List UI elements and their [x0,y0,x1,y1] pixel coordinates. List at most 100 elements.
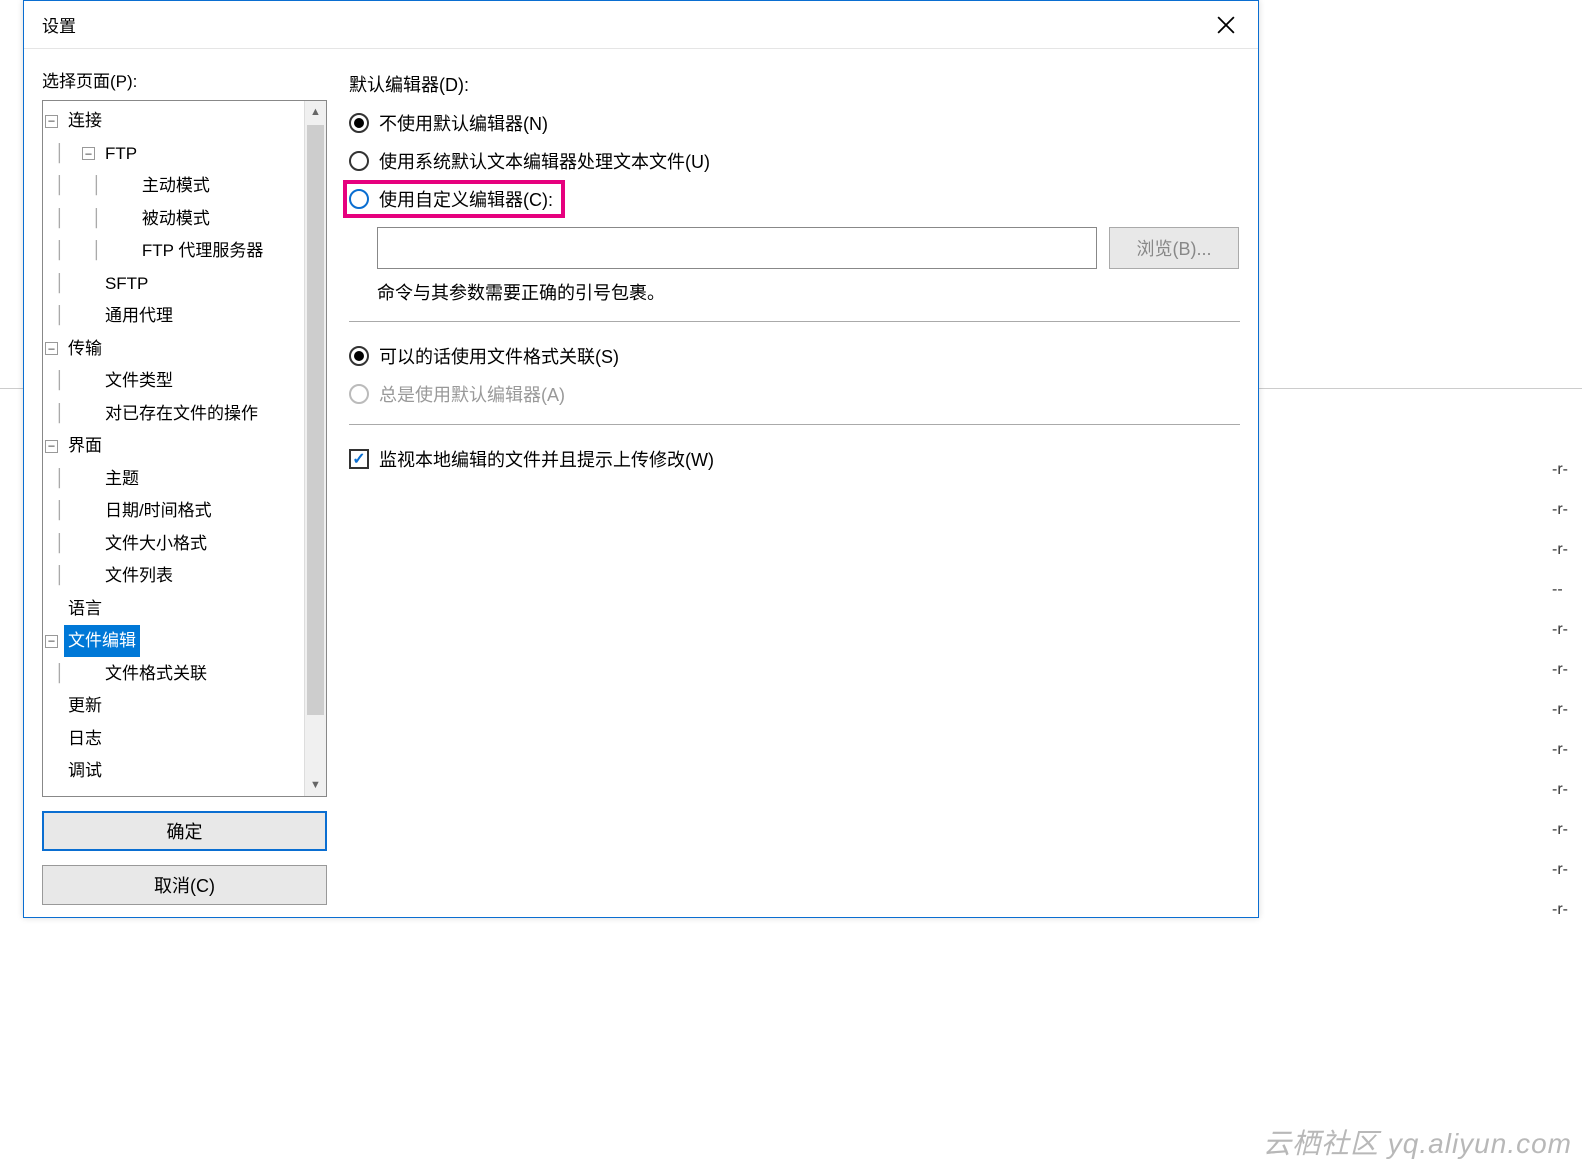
radio-row-none[interactable]: 不使用默认编辑器(N) [349,107,1240,139]
tree-node-label: 被动模式 [138,203,214,235]
tree-node-label: 主动模式 [138,170,214,202]
radio-assoc[interactable] [349,346,369,366]
expand-toggle-icon[interactable]: − [45,440,58,453]
tree-node-label: 文件大小格式 [101,528,211,560]
tree-node[interactable]: 更新 [45,690,302,723]
tree-node-label: 日志 [64,723,106,755]
select-page-label: 选择页面(P): [42,67,327,92]
bg-row: -r- [1552,530,1582,570]
tree-node[interactable]: │ 文件大小格式 [45,528,302,561]
tree-node[interactable]: │ SFTP [45,268,302,301]
bg-row: -r- [1552,810,1582,850]
tree-node-label: 调试 [64,755,106,787]
tree-node-label: FTP [101,138,141,170]
tree-node-label: 主题 [101,463,143,495]
radio-always [349,384,369,404]
radio-custom[interactable] [349,189,369,209]
bg-row: -r- [1552,850,1582,890]
tree-node[interactable]: 语言 [45,593,302,626]
expand-toggle-icon[interactable]: − [45,342,58,355]
scroll-down-icon[interactable]: ▼ [305,774,326,796]
bg-row: -r- [1552,610,1582,650]
radio-custom-label: 使用自定义编辑器(C): [379,186,553,212]
watch-checkbox[interactable] [349,449,369,469]
tree-node-label: 连接 [64,105,106,137]
tree-node[interactable]: │ │ 主动模式 [45,170,302,203]
tree-node[interactable]: │ │ 被动模式 [45,203,302,236]
tree-node[interactable]: │ 主题 [45,463,302,496]
tree-node[interactable]: │ 文件类型 [45,365,302,398]
bg-row: -r- [1552,770,1582,810]
bg-row: -- [1552,570,1582,610]
browse-button[interactable]: 浏览(B)... [1109,227,1239,269]
radio-none[interactable] [349,113,369,133]
custom-editor-input[interactable] [377,227,1097,269]
tree-node-label: 界面 [64,430,106,462]
tree-node-label: 传输 [64,333,106,365]
tree-node-label: FTP 代理服务器 [138,235,268,267]
quote-hint: 命令与其参数需要正确的引号包裹。 [377,279,1240,305]
page-tree[interactable]: −连接 │ −FTP │ │ 主动模式 │ │ 被动模式 │ │ FTP 代理服… [43,101,304,796]
bg-row: -r- [1552,650,1582,690]
tree-node-label: 日期/时间格式 [101,495,216,527]
dialog-body: 选择页面(P): −连接 │ −FTP │ │ 主动模式 │ │ 被动模式 │ … [24,49,1258,917]
watermark: 云栖社区 yq.aliyun.com [1263,1122,1572,1162]
close-icon [1217,16,1235,34]
tree-node[interactable]: │ −FTP [45,138,302,171]
expand-toggle-icon[interactable]: − [82,147,95,160]
radio-system-label: 使用系统默认文本编辑器处理文本文件(U) [379,148,710,174]
dialog-action-buttons: 确定 取消(C) [42,811,327,905]
tree-node-label: 文件类型 [101,365,177,397]
right-pane: 默认编辑器(D): 不使用默认编辑器(N) 使用系统默认文本编辑器处理文本文件(… [349,67,1240,905]
radio-row-assoc[interactable]: 可以的话使用文件格式关联(S) [349,340,1240,372]
bg-row: -r- [1552,690,1582,730]
default-editor-label: 默认编辑器(D): [349,71,1240,97]
custom-editor-input-row: 浏览(B)... [377,227,1240,269]
radio-system[interactable] [349,151,369,171]
tree-scrollbar[interactable]: ▲ ▼ [304,101,326,796]
tree-container: −连接 │ −FTP │ │ 主动模式 │ │ 被动模式 │ │ FTP 代理服… [42,100,327,797]
radio-row-system[interactable]: 使用系统默认文本编辑器处理文本文件(U) [349,145,1240,177]
close-button[interactable] [1202,1,1250,49]
tree-node[interactable]: 调试 [45,755,302,788]
tree-node[interactable]: −传输 [45,333,302,366]
tree-node[interactable]: │ 日期/时间格式 [45,495,302,528]
tree-node[interactable]: │ 通用代理 [45,300,302,333]
tree-node[interactable]: │ 对已存在文件的操作 [45,398,302,431]
tree-node-label: 文件列表 [101,560,177,592]
radio-row-always: 总是使用默认编辑器(A) [349,378,1240,410]
scroll-thumb[interactable] [307,125,324,715]
tree-node[interactable]: │ 文件列表 [45,560,302,593]
radio-always-label: 总是使用默认编辑器(A) [379,381,565,407]
radio-row-custom[interactable]: 使用自定义编辑器(C): [349,183,1240,215]
custom-editor-highlight: 使用自定义编辑器(C): [343,180,565,218]
dialog-title: 设置 [42,12,1202,37]
tree-node[interactable]: │ │ FTP 代理服务器 [45,235,302,268]
tree-node-label: 对已存在文件的操作 [101,398,262,430]
watch-checkbox-label: 监视本地编辑的文件并且提示上传修改(W) [379,446,714,472]
tree-node[interactable]: −界面 [45,430,302,463]
expand-toggle-icon[interactable]: − [45,115,58,128]
bg-row: -r- [1552,730,1582,770]
titlebar: 设置 [24,1,1258,49]
tree-node-label: SFTP [101,268,152,300]
expand-toggle-icon[interactable]: − [45,635,58,648]
radio-assoc-label: 可以的话使用文件格式关联(S) [379,343,619,369]
settings-dialog: 设置 选择页面(P): −连接 │ −FTP │ │ 主动模式 │ │ 被动模式… [23,0,1259,918]
left-pane: 选择页面(P): −连接 │ −FTP │ │ 主动模式 │ │ 被动模式 │ … [42,67,327,905]
tree-node[interactable]: 日志 [45,723,302,756]
ok-button[interactable]: 确定 [42,811,327,851]
tree-node-label: 文件编辑 [64,625,140,657]
tree-node-label: 通用代理 [101,300,177,332]
tree-node[interactable]: −连接 [45,105,302,138]
bg-row: -r- [1552,890,1582,930]
bg-row: -r- [1552,490,1582,530]
watch-checkbox-row[interactable]: 监视本地编辑的文件并且提示上传修改(W) [349,443,1240,475]
bg-listing: -r--r--r----r--r--r--r--r--r--r--r- [1552,450,1582,930]
tree-node-label: 语言 [64,593,106,625]
cancel-button[interactable]: 取消(C) [42,865,327,905]
tree-node[interactable]: −文件编辑 [45,625,302,658]
scroll-up-icon[interactable]: ▲ [305,101,326,123]
tree-node[interactable]: │ 文件格式关联 [45,658,302,691]
tree-node-label: 文件格式关联 [101,658,211,690]
